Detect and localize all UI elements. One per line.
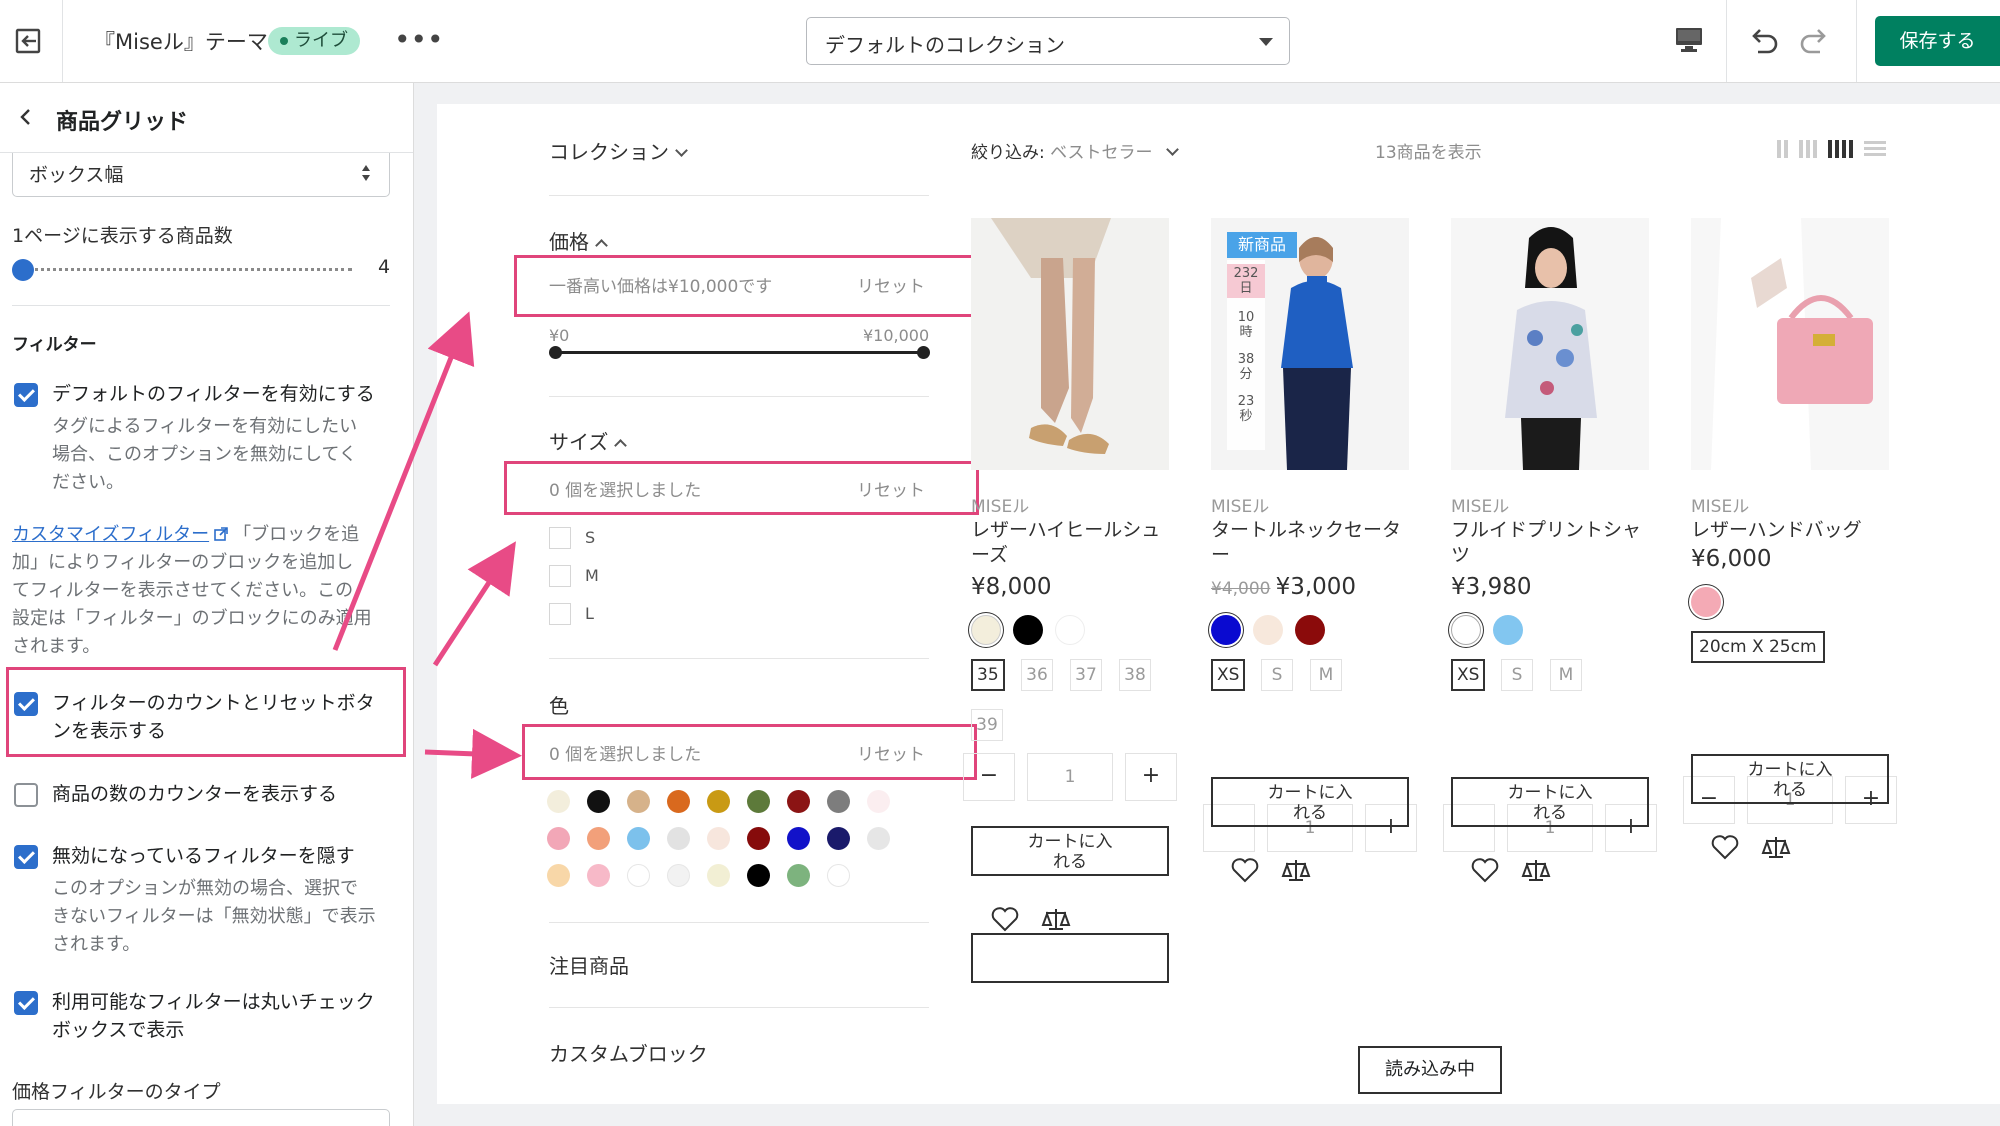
arrow-to-price <box>332 311 475 651</box>
arrow-to-size <box>432 541 516 667</box>
annotation-arrows <box>332 311 522 779</box>
arrow-to-color <box>424 728 522 779</box>
